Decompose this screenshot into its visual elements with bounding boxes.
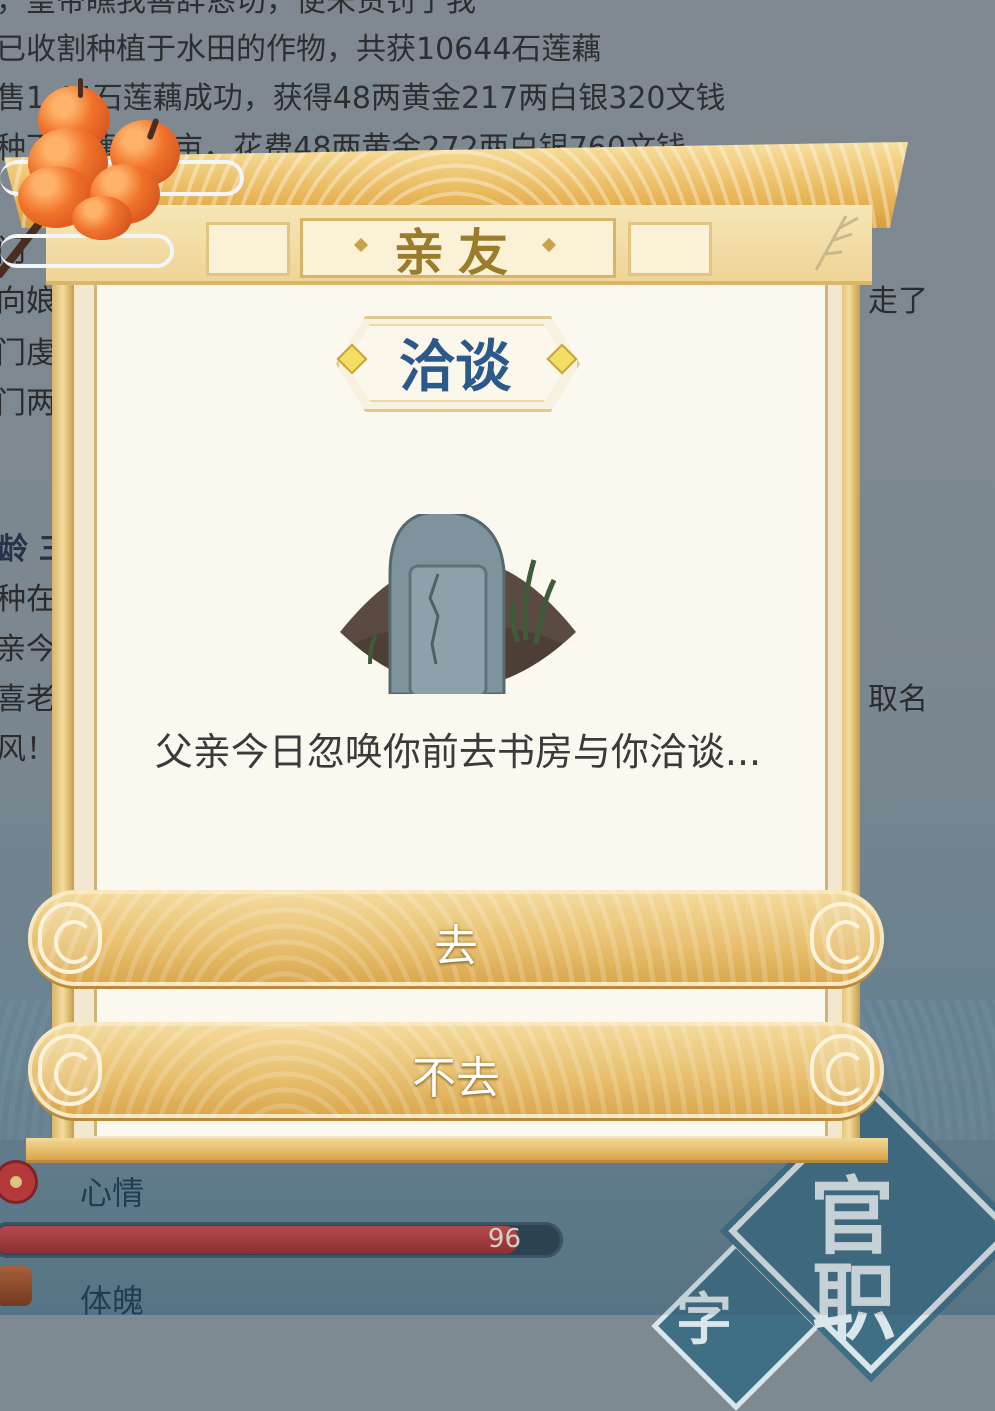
scroll-post-left [52, 278, 74, 1138]
title-deco-right [628, 222, 712, 276]
decline-button-label: 不去 [412, 1053, 500, 1104]
title-deco-left [206, 222, 290, 276]
tombstone-icon [340, 514, 576, 694]
bamboo-icon [814, 215, 859, 271]
event-type-label: 洽谈 [399, 335, 511, 400]
modal-title: 亲友 [394, 224, 522, 282]
go-button-label: 去 [434, 921, 478, 972]
event-message: 父亲今日忽唤你前去书房与你洽谈... [154, 730, 762, 774]
go-button[interactable]: 去 [28, 890, 884, 986]
decline-button[interactable]: 不去 [28, 1022, 884, 1118]
scroll-bottom-rod [26, 1138, 888, 1163]
cloud-line-icon [0, 234, 174, 268]
